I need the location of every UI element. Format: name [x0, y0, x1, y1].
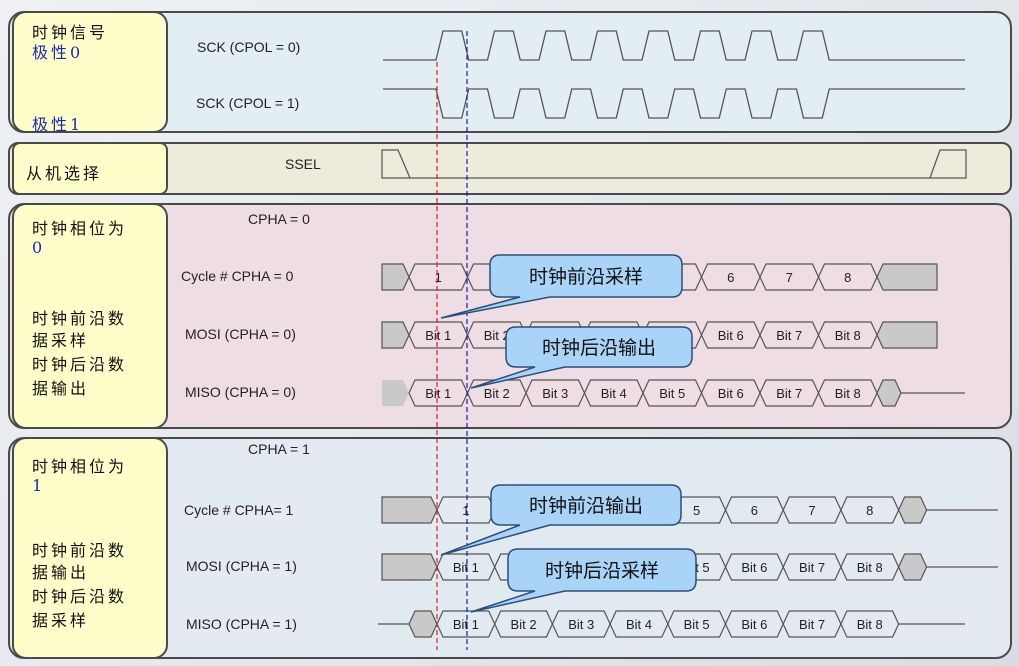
miso-cpha0-cell-label: Bit 3: [542, 386, 568, 401]
cycle-cpha0-cell-label: 6: [727, 270, 734, 285]
miso-cpha0-idle-start: [382, 380, 409, 406]
miso-cpha0-cell-label: Bit 1: [425, 386, 451, 401]
cycle-cpha1-cell-label: 1: [462, 503, 469, 518]
cycle-cpha1-cell-label: 6: [751, 503, 758, 518]
miso-cpha0-row: Bit 1 Bit 2 Bit 3 Bit 4 Bit 5 Bit 6 Bit 7 Bit 8: [382, 379, 965, 407]
cycle-cpha1-cell-label: 8: [866, 503, 873, 518]
cycle-cpha1-idle-end: [897, 496, 928, 524]
mosi-cpha1-cell-label: Bit 7: [799, 560, 825, 575]
mosi-cpha1-cell-label: Bit 6: [741, 560, 767, 575]
timing-diagram: 12345678Bit 1Bit 2Bit 3Bit 4Bit 5Bit 6Bi…: [378, 30, 998, 650]
miso-cpha0-cell-label: Bit 4: [601, 386, 627, 401]
callout-leading-sample-text: 时钟前沿采样: [529, 266, 643, 288]
miso-cpha1-cell-label: Bit 3: [568, 617, 594, 632]
mosi-cpha0-cell-label: Bit 8: [835, 328, 861, 343]
mosi-cpha1-idle-start: [381, 553, 438, 581]
mosi-cpha1-idle-end: [897, 553, 928, 581]
miso-cpha1-cell-label: Bit 4: [626, 617, 652, 632]
mosi-cpha0-cell-label: Bit 7: [776, 328, 802, 343]
mosi-cpha0-cell-label: Bit 1: [425, 328, 451, 343]
miso-cpha0-cell-label: Bit 8: [835, 386, 861, 401]
miso-cpha1-cell-label: Bit 1: [453, 617, 479, 632]
cycle-cpha1-idle-start: [381, 496, 438, 524]
callout-trailing-sample-text: 时钟后沿采样: [545, 560, 659, 582]
callout-leading-output: 时钟前沿输出: [440, 484, 682, 556]
miso-cpha1-cell-label: Bit 7: [799, 617, 825, 632]
cycle-cpha1-cell-label: 5: [693, 503, 700, 518]
miso-cpha0-cell-label: Bit 5: [659, 386, 685, 401]
mosi-cpha0-idle-start: [381, 321, 410, 349]
miso-cpha1-cell-label: Bit 5: [684, 617, 710, 632]
callout-trailing-output-text: 时钟后沿输出: [542, 337, 656, 359]
callout-leading-output-text: 时钟前沿输出: [529, 495, 643, 517]
cycle-cpha0-idle-start: [381, 263, 410, 291]
sck-cpol0-waveform: [383, 30, 965, 61]
mosi-cpha1-cell-label: Bit 1: [453, 560, 479, 575]
miso-cpha1-cell-label: Bit 6: [741, 617, 767, 632]
cycle-cpha0-idle-end: [876, 263, 938, 291]
miso-cpha0-cell-label: Bit 7: [776, 386, 802, 401]
sck-cpol1-waveform: [383, 88, 965, 119]
miso-cpha1-cell-label: Bit 8: [857, 617, 883, 632]
miso-cpha0-idle-end: [876, 379, 902, 407]
cycle-cpha1-cell-label: 7: [808, 503, 815, 518]
ssel-waveform: [381, 149, 967, 179]
miso-cpha1-row: Bit 1 Bit 2 Bit 3 Bit 4 Bit 5 Bit 6 Bit 7 Bit 8: [378, 610, 965, 638]
cycle-cpha0-cell-label: 7: [786, 270, 793, 285]
miso-cpha1-idle-start: [408, 610, 438, 638]
mosi-cpha1-cell-label: Bit 8: [857, 560, 883, 575]
cycle-cpha0-cell-label: 8: [844, 270, 851, 285]
mosi-cpha0-cell-label: Bit 6: [718, 328, 744, 343]
miso-cpha1-cell-label: Bit 2: [511, 617, 537, 632]
cycle-cpha1-row: 12345678: [381, 496, 998, 524]
cycle-cpha0-cell-label: 1: [435, 270, 442, 285]
miso-cpha0-cell-label: Bit 6: [718, 386, 744, 401]
mosi-cpha0-idle-end: [876, 321, 938, 349]
miso-cpha0-cell-label: Bit 2: [484, 386, 510, 401]
